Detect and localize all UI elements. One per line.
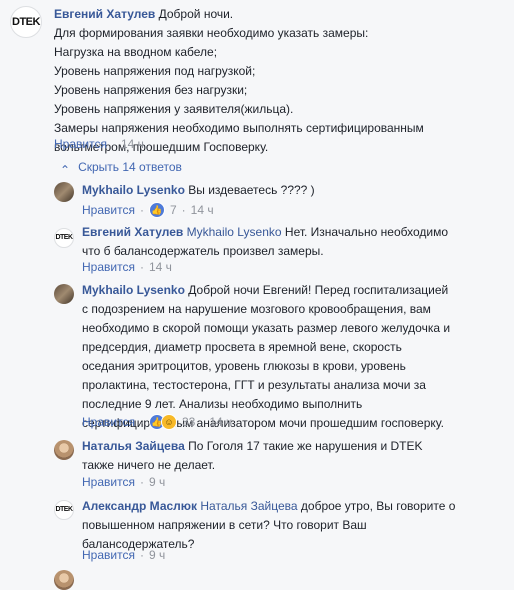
comment-text-line: пролактина, тестостерона, ГГТ и результа… <box>82 378 426 392</box>
separator: · <box>181 203 186 217</box>
comment-actions: Нравится · 14 ч <box>54 137 144 151</box>
like-button[interactable]: Нравится <box>82 203 135 217</box>
reply-comment: Александр Маслюк Наталья Зайцева доброе … <box>82 497 502 554</box>
comment-author[interactable]: Евгений Хатулев <box>82 225 183 239</box>
separator: · <box>139 260 144 274</box>
separator: · <box>111 137 116 151</box>
comment-text-line: Для формирования заявки необходимо указа… <box>54 26 369 40</box>
dtek-logo: DTEK <box>12 16 40 28</box>
comment-text-line: доброе утро, Вы говорите о <box>300 499 456 513</box>
comment-text-line: что б балансодержатель произвел замеры. <box>82 244 324 258</box>
comment-text-line: необходимо в скорой помощи указать разме… <box>82 321 451 335</box>
comment-text-line: Нет. Изначально необходимо <box>284 225 449 239</box>
hide-replies-toggle[interactable]: ⌃ Скрыть 14 ответов <box>60 160 182 177</box>
hide-replies-label: Скрыть 14 ответов <box>78 160 182 174</box>
avatar[interactable]: DTEK <box>10 6 42 38</box>
dtek-logo: DTEK <box>55 234 73 241</box>
comment-text-line: последние 9 лет. Анализы необходимо выпо… <box>82 397 363 411</box>
haha-emoji-icon: ☺ <box>160 414 177 430</box>
comment-text-line: также ничего не делает. <box>82 458 216 472</box>
avatar[interactable] <box>54 284 74 304</box>
avatar[interactable] <box>54 570 74 590</box>
comment-text-line: Вы издеваетесь ???? ) <box>188 183 315 197</box>
comment-text-line: Доброй ночи Евгений! Перед госпитализаци… <box>188 283 449 297</box>
reply-comment: Наталья Зайцева По Гоголя 17 такие же на… <box>82 437 502 475</box>
timestamp[interactable]: 9 ч <box>149 475 165 489</box>
timestamp[interactable]: 14 ч <box>121 137 144 151</box>
comment-author[interactable]: Mykhailo Lysenko <box>82 183 185 197</box>
thumbs-up-icon: 👍 <box>148 202 165 218</box>
comment-text-line: Нагрузка на вводном кабеле; <box>54 45 218 59</box>
comment-text-line: с подозрением на нарушение мозгового кро… <box>82 302 431 316</box>
timestamp[interactable]: 14 ч <box>209 415 232 429</box>
reply-comment: Mykhailo Lysenko Доброй ночи Евгений! Пе… <box>82 281 507 433</box>
like-button[interactable]: Нравится <box>54 137 107 151</box>
chevron-up-icon: ⌃ <box>60 163 71 177</box>
separator: · <box>139 415 144 429</box>
avatar[interactable]: DTEK <box>54 228 74 248</box>
avatar[interactable] <box>54 440 74 460</box>
comment-text-line: повышенном напряжении в сети? Что говори… <box>82 518 367 532</box>
timestamp[interactable]: 9 ч <box>149 548 165 562</box>
comment-text-line: предсердия, диаметр просвета в яремной в… <box>82 340 402 354</box>
mention-link[interactable]: Наталья Зайцева <box>200 499 297 513</box>
main-comment: Евгений Хатулев Доброй ночи. Для формиро… <box>54 5 504 157</box>
comment-author[interactable]: Александр Маслюк <box>82 499 197 513</box>
comment-text-line: Замеры напряжения необходимо выполнять с… <box>54 121 424 135</box>
reactions[interactable]: 👍 ☺ <box>148 414 177 430</box>
avatar[interactable] <box>54 182 74 202</box>
reply-comment: Mykhailo Lysenko Вы издеваетесь ???? ) <box>82 181 502 200</box>
like-button[interactable]: Нравится <box>82 260 135 274</box>
comment-actions: Нравится · 👍 7 · 14 ч <box>82 202 214 218</box>
reaction-count[interactable]: 7 <box>170 203 177 217</box>
avatar[interactable]: DTEK <box>54 500 74 520</box>
separator: · <box>139 203 144 217</box>
comment-text-line: оседания эритроцитов, уровень глюкозы в … <box>82 359 406 373</box>
mention-link[interactable]: Mykhailo Lysenko <box>187 225 282 239</box>
timestamp[interactable]: 14 ч <box>191 203 214 217</box>
comment-text-line: По Гоголя 17 такие же нарушения и DTEK <box>188 439 423 453</box>
timestamp[interactable]: 14 ч <box>149 260 172 274</box>
comment-text-line: Уровень напряжения под нагрузкой; <box>54 64 256 78</box>
separator: · <box>139 475 144 489</box>
comment-author[interactable]: Mykhailo Lysenko <box>82 283 185 297</box>
comment-author[interactable]: Наталья Зайцева <box>82 439 185 453</box>
like-button[interactable]: Нравится <box>82 475 135 489</box>
comment-actions: Нравится · 👍 ☺ 33 · 14 ч <box>82 414 232 430</box>
like-button[interactable]: Нравится <box>82 548 135 562</box>
reply-comment: Евгений Хатулев Mykhailo Lysenko Нет. Из… <box>82 223 502 261</box>
comment-text-line: Уровень напряжения у заявителя(жильца). <box>54 102 294 116</box>
comment-text-line: Доброй ночи. <box>158 7 234 21</box>
separator: · <box>139 548 144 562</box>
comment-text-line: Уровень напряжения без нагрузки; <box>54 83 248 97</box>
separator: · <box>200 415 205 429</box>
reaction-count[interactable]: 33 <box>182 415 195 429</box>
comment-actions: Нравится · 9 ч <box>82 548 165 562</box>
comment-actions: Нравится · 14 ч <box>82 260 172 274</box>
comment-actions: Нравится · 9 ч <box>82 475 165 489</box>
like-button[interactable]: Нравится <box>82 415 135 429</box>
reactions[interactable]: 👍 <box>148 202 165 218</box>
comment-author[interactable]: Евгений Хатулев <box>54 7 155 21</box>
dtek-logo: DTEK <box>55 506 73 513</box>
